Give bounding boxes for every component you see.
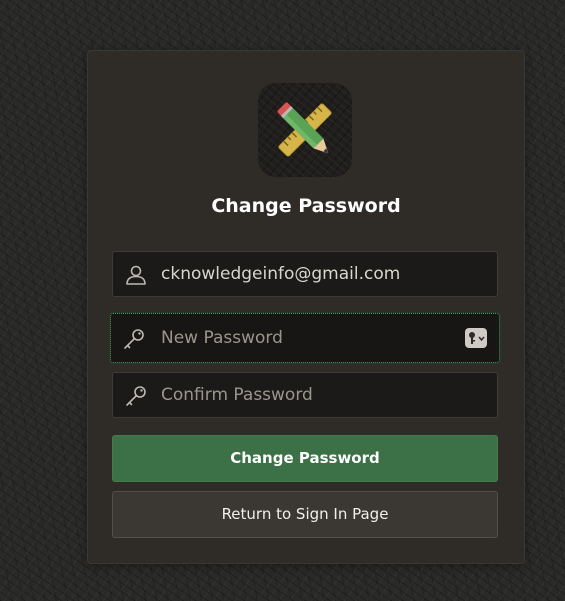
user-icon [124, 263, 148, 287]
username-field[interactable] [112, 251, 498, 297]
page-title: Change Password [211, 195, 401, 217]
confirm-password-field[interactable] [112, 372, 498, 418]
app-icon [258, 83, 352, 177]
key-icon [122, 327, 146, 351]
confirm-password-input[interactable] [161, 373, 461, 417]
new-password-field[interactable] [110, 313, 500, 363]
username-input[interactable] [161, 252, 461, 296]
keychain-icon[interactable] [465, 328, 487, 348]
change-password-button[interactable]: Change Password [112, 435, 498, 482]
change-password-card: Change Password cknowledgeinfo@gmail.com… [87, 50, 525, 564]
key-icon [124, 384, 148, 408]
new-password-input[interactable] [161, 314, 461, 362]
return-sign-in-button[interactable]: Return to Sign In Page [112, 491, 498, 538]
pencil-ruler-icon [277, 102, 332, 157]
